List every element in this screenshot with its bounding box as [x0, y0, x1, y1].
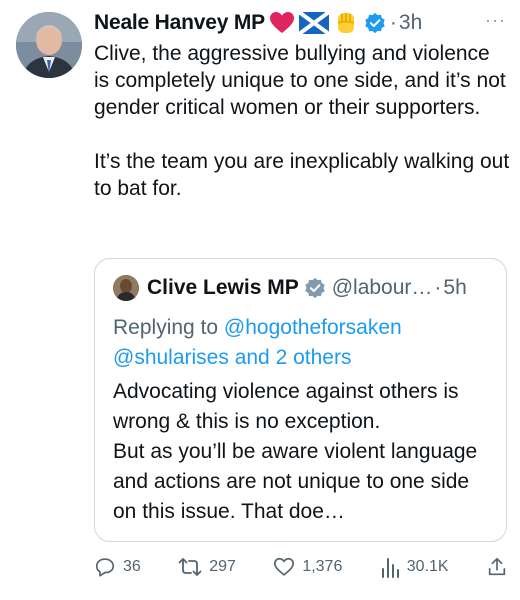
tweet-header: Neale Hanvey MP · 3h ···	[94, 8, 506, 38]
views-count: 30.1K	[406, 558, 449, 575]
replying-to-user-link[interactable]: @hogotheforsaken	[224, 316, 402, 339]
author-name[interactable]: Neale Hanvey MP	[94, 11, 265, 35]
tweet[interactable]: Neale Hanvey MP · 3h ··· Clive, the aggr…	[0, 0, 520, 600]
quoted-handle: @labour…	[331, 276, 433, 299]
separator-dot: ·	[434, 276, 442, 299]
raised-fist-emoji	[333, 10, 359, 36]
like-icon	[273, 556, 295, 578]
reply-icon	[94, 556, 116, 578]
more-icon[interactable]: ···	[485, 11, 506, 29]
reply-button[interactable]: 36	[94, 556, 141, 578]
avatar[interactable]	[16, 12, 82, 78]
views-icon	[380, 556, 400, 578]
heart-emoji	[269, 11, 295, 35]
verified-icon	[364, 12, 386, 34]
action-bar: 36 297 1,376 30.1K	[94, 552, 508, 582]
verified-icon	[304, 277, 326, 299]
like-button[interactable]: 1,376	[273, 556, 342, 578]
separator-dot: ·	[389, 11, 397, 34]
quoted-tweet-text: Advocating violence against others is wr…	[113, 380, 478, 523]
quoted-avatar	[113, 275, 139, 301]
quoted-author-name: Clive Lewis MP	[147, 276, 299, 299]
share-button[interactable]	[486, 556, 508, 578]
quoted-time: 5h	[443, 276, 467, 299]
reply-count: 36	[123, 558, 141, 575]
like-count: 1,376	[302, 558, 343, 575]
replying-to-others-link[interactable]: @shularises and 2 others	[113, 346, 351, 369]
retweet-count: 297	[209, 558, 236, 575]
retweet-icon	[178, 556, 202, 578]
tweet-text: Clive, the aggressive bullying and viole…	[94, 42, 510, 200]
share-icon	[486, 556, 508, 578]
tweet-time[interactable]: 3h	[399, 11, 422, 35]
retweet-button[interactable]: 297	[178, 556, 236, 578]
replying-to-label: Replying to	[113, 316, 219, 339]
scotland-flag-emoji	[298, 12, 329, 34]
quoted-tweet[interactable]: Clive Lewis MP @labour… · 5h Replying to…	[94, 258, 507, 542]
views-button[interactable]: 30.1K	[380, 556, 449, 578]
quoted-tweet-header: Clive Lewis MP @labour… · 5h	[113, 273, 496, 303]
replying-to: Replying to @hogotheforsaken @shularises…	[113, 313, 493, 373]
